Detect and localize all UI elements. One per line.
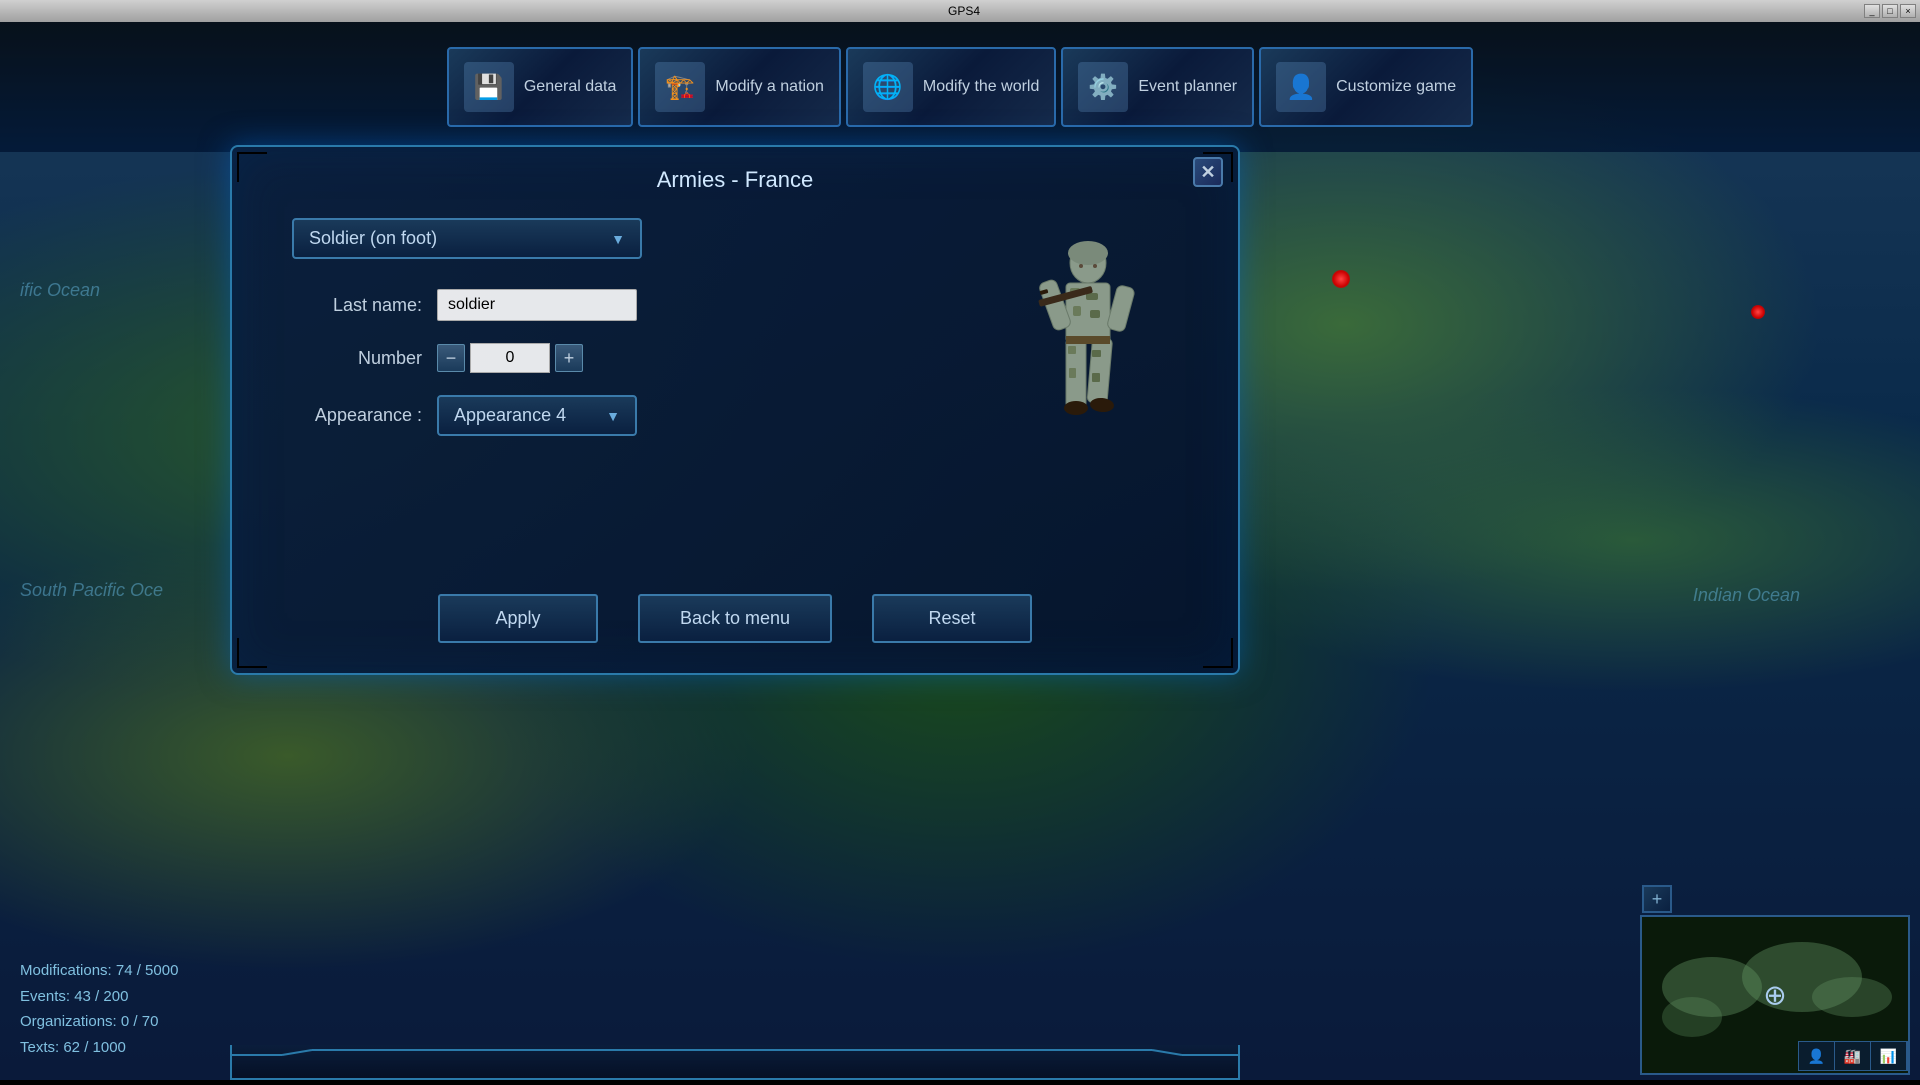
- number-label: Number: [292, 348, 422, 369]
- nav-general-data-label: General data: [524, 78, 617, 96]
- form-section: Soldier (on foot) ▼ Last name: Number − …: [292, 218, 958, 458]
- modify-world-icon: 🌐: [863, 62, 913, 112]
- mini-icon-2[interactable]: 🏭: [1835, 1042, 1871, 1070]
- dialog-title: Armies - France: [232, 147, 1238, 208]
- number-decrease-button[interactable]: −: [437, 344, 465, 372]
- reset-button[interactable]: Reset: [872, 594, 1032, 643]
- modify-nation-icon: 🏗️: [655, 62, 705, 112]
- number-input[interactable]: [470, 343, 550, 373]
- corner-tl: [237, 152, 267, 182]
- map-marker-1: [1332, 270, 1350, 288]
- mini-map[interactable]: + ⊕ 👤 🏭 📊: [1640, 915, 1910, 1075]
- apply-button[interactable]: Apply: [438, 594, 598, 643]
- dialog-close-button[interactable]: ✕: [1193, 157, 1223, 187]
- event-planner-icon: ⚙️: [1078, 62, 1128, 112]
- modifications-status: Modifications: 74 / 5000: [20, 958, 178, 984]
- minimize-button[interactable]: _: [1864, 4, 1880, 18]
- title-bar-controls: _ □ ×: [1864, 4, 1916, 18]
- number-control: − +: [437, 343, 583, 373]
- organizations-status: Organizations: 0 / 70: [20, 1009, 178, 1035]
- events-status: Events: 43 / 200: [20, 984, 178, 1010]
- texts-status: Texts: 62 / 1000: [20, 1035, 178, 1061]
- mini-map-crosshair: ⊕: [1763, 979, 1786, 1012]
- soldier-preview: [1028, 238, 1148, 438]
- top-navigation: 💾 General data 🏗️ Modify a nation 🌐 Modi…: [0, 22, 1920, 152]
- appearance-row: Appearance : Appearance 4 ▼: [292, 395, 958, 436]
- nav-general-data[interactable]: 💾 General data: [447, 47, 634, 127]
- nav-customize-game[interactable]: 👤 Customize game: [1259, 47, 1473, 127]
- dialog-content: Soldier (on foot) ▼ Last name: Number − …: [232, 208, 1238, 468]
- mini-icon-3[interactable]: 📊: [1871, 1042, 1907, 1070]
- status-bar: Modifications: 74 / 5000 Events: 43 / 20…: [20, 958, 178, 1060]
- appearance-selected: Appearance 4: [454, 405, 566, 426]
- number-increase-button[interactable]: +: [555, 344, 583, 372]
- bottom-decoration-svg: [232, 1045, 1238, 1080]
- nav-customize-game-label: Customize game: [1336, 78, 1456, 96]
- window-close-button[interactable]: ×: [1900, 4, 1916, 18]
- soldier-svg: [1028, 238, 1148, 448]
- last-name-row: Last name:: [292, 289, 958, 321]
- back-to-menu-button[interactable]: Back to menu: [638, 594, 832, 643]
- nav-modify-nation-label: Modify a nation: [715, 78, 824, 96]
- number-row: Number − +: [292, 343, 958, 373]
- last-name-label: Last name:: [292, 295, 422, 316]
- nav-event-planner[interactable]: ⚙️ Event planner: [1061, 47, 1254, 127]
- unit-type-selected: Soldier (on foot): [309, 228, 437, 249]
- appearance-dropdown-arrow: ▼: [606, 408, 620, 424]
- last-name-input[interactable]: [437, 289, 637, 321]
- nav-modify-world[interactable]: 🌐 Modify the world: [846, 47, 1057, 127]
- nav-event-planner-label: Event planner: [1138, 78, 1237, 96]
- bottom-decoration: [230, 1045, 1240, 1080]
- nav-modify-nation[interactable]: 🏗️ Modify a nation: [638, 47, 841, 127]
- customize-game-icon: 👤: [1276, 62, 1326, 112]
- unit-type-dropdown-arrow: ▼: [611, 231, 625, 247]
- map-marker-2: [1751, 305, 1765, 319]
- general-data-icon: 💾: [464, 62, 514, 112]
- armies-dialog: ✕ Armies - France Soldier (on foot) ▼ La…: [230, 145, 1240, 675]
- appearance-label: Appearance :: [292, 405, 422, 426]
- appearance-dropdown[interactable]: Appearance 4 ▼: [437, 395, 637, 436]
- preview-section: [998, 218, 1178, 458]
- window-title: GPS4: [64, 4, 1864, 18]
- mini-map-icons: 👤 🏭 📊: [1798, 1041, 1908, 1071]
- unit-type-dropdown[interactable]: Soldier (on foot) ▼: [292, 218, 642, 259]
- dialog-buttons: Apply Back to menu Reset: [232, 594, 1238, 643]
- nav-modify-world-label: Modify the world: [923, 78, 1040, 96]
- mini-map-zoom-button[interactable]: +: [1642, 885, 1672, 913]
- restore-button[interactable]: □: [1882, 4, 1898, 18]
- mini-icon-1[interactable]: 👤: [1799, 1042, 1835, 1070]
- title-bar: GPS4 _ □ ×: [0, 0, 1920, 22]
